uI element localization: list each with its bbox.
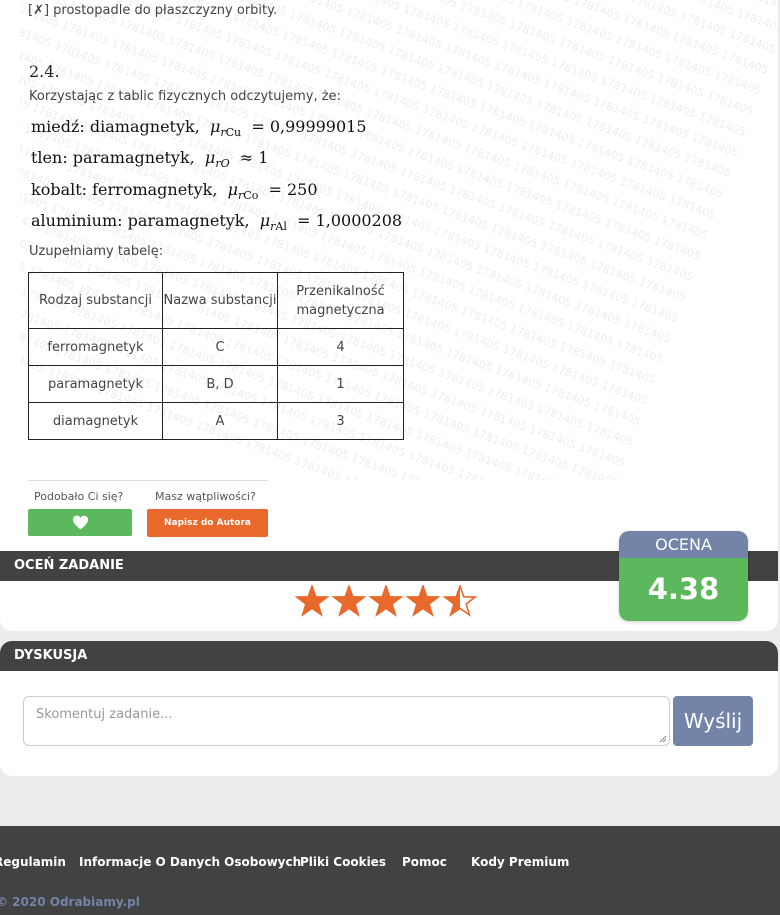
footer-link-cookies[interactable]: Pliki Cookies bbox=[300, 855, 386, 869]
table-cell: 1 bbox=[277, 365, 404, 403]
mu-symbol: μ bbox=[259, 211, 271, 230]
discussion-bar: DYSKUSJA bbox=[0, 641, 778, 671]
mu-sub-element: Cu bbox=[225, 126, 242, 140]
equation-value: 250 bbox=[287, 180, 318, 199]
equation-row: aluminium: paramagnetyk, μrAl = 1,000020… bbox=[31, 211, 402, 233]
table-header: Nazwa substancji bbox=[162, 272, 278, 329]
equation-value: 1 bbox=[258, 148, 269, 167]
equation-label: kobalt: ferromagnetyk, bbox=[31, 180, 218, 199]
mu-symbol: μ bbox=[227, 180, 239, 199]
star-icon[interactable] bbox=[405, 585, 441, 619]
star-icon[interactable] bbox=[368, 585, 404, 619]
star-icon[interactable] bbox=[331, 585, 367, 619]
relation: ≈ bbox=[239, 148, 254, 167]
table-cell: ferromagnetyk bbox=[28, 328, 163, 366]
equation-value: 1,0000208 bbox=[315, 211, 403, 230]
heart-icon bbox=[72, 515, 88, 530]
table-row: paramagnetyk B, D 1 bbox=[28, 365, 404, 403]
equation-row: kobalt: ferromagnetyk, μrCo = 250 bbox=[31, 180, 318, 202]
watermark-line: 1781405 1781405 1781405 1781405 1781405 … bbox=[20, 42, 687, 304]
copyright: © 2020 Odrabiamy.pl bbox=[0, 895, 140, 909]
footer-link-regulamin[interactable]: Regulamin bbox=[0, 855, 66, 869]
mu-symbol: μ bbox=[204, 148, 216, 167]
relation: = bbox=[297, 211, 311, 230]
table-row: diamagnetyk A 3 bbox=[28, 402, 404, 440]
comment-input[interactable]: Skomentuj zadanie... bbox=[23, 696, 670, 746]
write-to-author-button[interactable]: Napisz do Autora bbox=[147, 509, 268, 537]
equation-label: aluminium: paramagnetyk, bbox=[31, 211, 250, 230]
score-box: OCENA 4.38 bbox=[619, 531, 748, 621]
like-button[interactable] bbox=[28, 509, 132, 536]
equation-value: 0,99999015 bbox=[269, 117, 367, 136]
equation-label: miedź: diamagnetyk, bbox=[31, 117, 200, 136]
table-cell: paramagnetyk bbox=[28, 365, 163, 403]
star-rating[interactable] bbox=[294, 585, 478, 619]
relation: = bbox=[268, 180, 282, 199]
fill-table-label: Uzupełniamy tabelę: bbox=[29, 244, 164, 259]
score-label: OCENA bbox=[619, 531, 748, 558]
doubt-question: Masz wątpliwości? bbox=[155, 490, 256, 503]
table-cell: B, D bbox=[162, 365, 278, 403]
mu-sub-element: Co bbox=[243, 189, 259, 203]
table-cell: 3 bbox=[277, 402, 404, 440]
send-button[interactable]: Wyślij bbox=[673, 696, 753, 746]
section-number: 2.4. bbox=[29, 62, 60, 81]
table-header: Przenikalność magnetyczna bbox=[277, 272, 404, 329]
previous-answer-line: [✗] prostopadle do płaszczyzny orbity. bbox=[28, 3, 278, 18]
table-header-row: Rodzaj substancji Nazwa substancji Przen… bbox=[28, 272, 404, 329]
table-header: Rodzaj substancji bbox=[28, 272, 163, 329]
equation-row: tlen: paramagnetyk, μrO ≈ 1 bbox=[31, 148, 268, 170]
mu-sub-element: Al bbox=[275, 220, 287, 234]
discussion-card: DYSKUSJA Skomentuj zadanie... Wyślij bbox=[0, 641, 778, 776]
intro-text: Korzystając z tablic fizycznych odczytuj… bbox=[29, 89, 341, 104]
table-cell: C bbox=[162, 328, 278, 366]
mu-sub: rO bbox=[215, 157, 230, 171]
star-icon[interactable] bbox=[294, 585, 330, 619]
score-value: 4.38 bbox=[619, 558, 748, 621]
table-row: ferromagnetyk C 4 bbox=[28, 328, 404, 366]
substance-table: Rodzaj substancji Nazwa substancji Przen… bbox=[28, 272, 404, 440]
table-cell: 4 bbox=[277, 328, 404, 366]
equation-label: tlen: paramagnetyk, bbox=[31, 148, 195, 167]
footer-link-privacy[interactable]: Informacje O Danych Osobowych bbox=[79, 855, 301, 869]
comment-placeholder: Skomentuj zadanie... bbox=[36, 707, 173, 722]
like-question: Podobało Ci się? bbox=[34, 490, 124, 503]
star-icon[interactable] bbox=[442, 585, 478, 619]
table-cell: diamagnetyk bbox=[28, 402, 163, 440]
mu-symbol: μ bbox=[209, 117, 221, 136]
equation-row: miedź: diamagnetyk, μrCu = 0,99999015 bbox=[31, 117, 367, 139]
footer-link-premium[interactable]: Kody Premium bbox=[471, 855, 569, 869]
table-cell: A bbox=[162, 402, 278, 440]
footer: Regulamin Informacje O Danych Osobowych … bbox=[0, 826, 780, 915]
resize-handle-icon[interactable] bbox=[659, 735, 667, 743]
footer-link-help[interactable]: Pomoc bbox=[402, 855, 447, 869]
relation: = bbox=[251, 117, 265, 136]
feedback-section: Podobało Ci się? Masz wątpliwości? Napis… bbox=[28, 480, 268, 537]
